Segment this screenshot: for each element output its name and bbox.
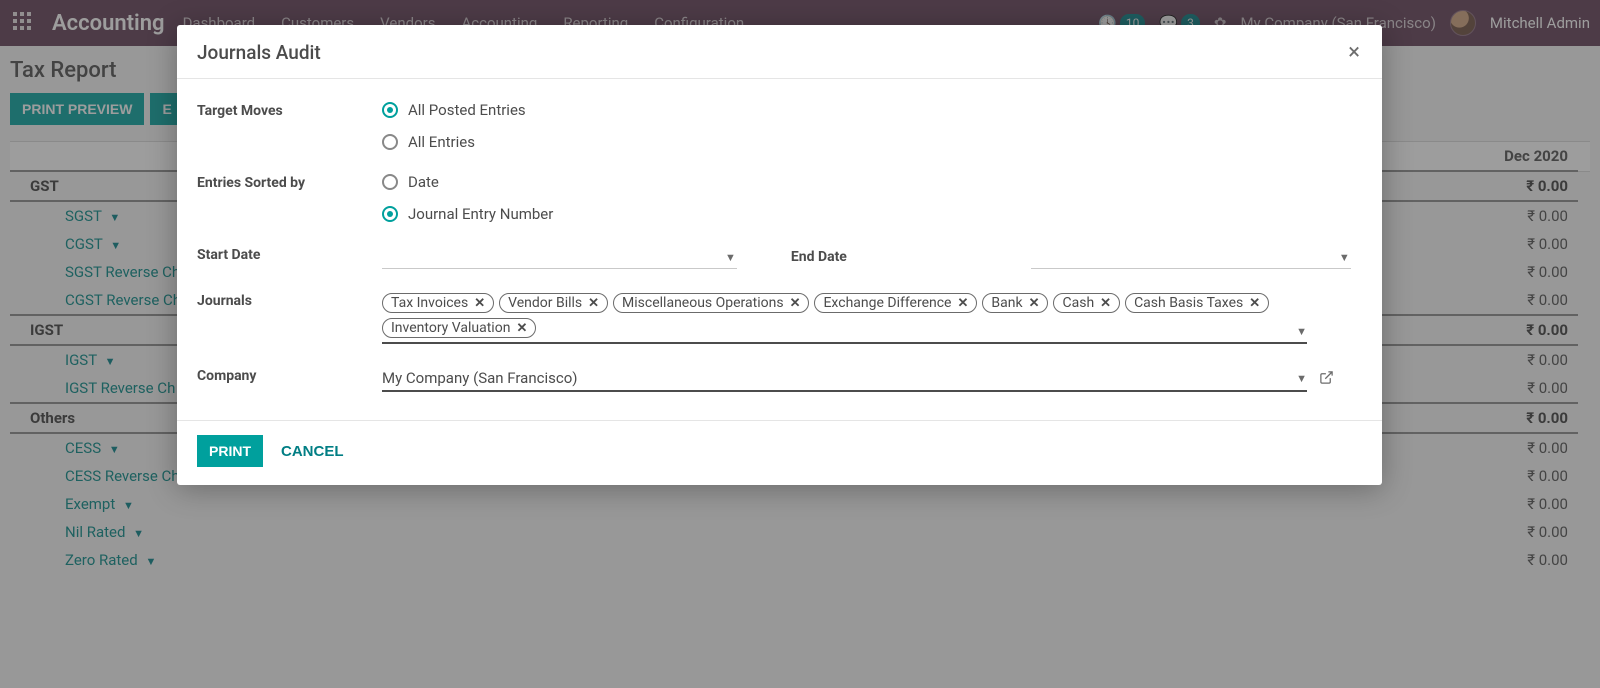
caret-down-icon: ▼ xyxy=(1296,372,1307,385)
external-link-icon[interactable] xyxy=(1319,370,1334,389)
cancel-button[interactable]: CANCEL xyxy=(281,443,344,460)
close-icon[interactable]: × xyxy=(1348,42,1360,64)
journals-audit-modal: Journals Audit × Target Moves All Posted… xyxy=(177,25,1382,485)
tag-remove-icon[interactable]: ✕ xyxy=(516,321,527,336)
radio-sort-journal-entry-number[interactable]: Journal Entry Number xyxy=(382,205,1362,223)
radio-label: All Posted Entries xyxy=(408,101,526,119)
modal-title: Journals Audit xyxy=(197,41,321,64)
radio-label: Date xyxy=(408,173,439,191)
journal-tag[interactable]: Inventory Valuation ✕ xyxy=(382,318,536,338)
radio-label: All Entries xyxy=(408,133,475,151)
journal-tag[interactable]: Bank ✕ xyxy=(982,293,1048,313)
radio-label: Journal Entry Number xyxy=(408,205,553,223)
journal-tag[interactable]: Cash ✕ xyxy=(1053,293,1120,313)
tag-remove-icon[interactable]: ✕ xyxy=(588,296,599,311)
radio-icon xyxy=(382,134,398,150)
journal-tag[interactable]: Exchange Difference ✕ xyxy=(814,293,977,313)
tag-label: Tax Invoices xyxy=(391,295,468,311)
label-end-date: End Date xyxy=(791,249,871,265)
caret-down-icon: ▼ xyxy=(1296,325,1307,338)
company-select[interactable]: My Company (San Francisco) ▼ xyxy=(382,366,1307,392)
tag-label: Miscellaneous Operations xyxy=(622,295,784,311)
tag-remove-icon[interactable]: ✕ xyxy=(1029,296,1040,311)
label-start-date: Start Date xyxy=(197,245,382,263)
label-entries-sorted-by: Entries Sorted by xyxy=(197,173,382,191)
print-button[interactable]: PRINT xyxy=(197,435,263,467)
tag-remove-icon[interactable]: ✕ xyxy=(474,296,485,311)
tag-remove-icon[interactable]: ✕ xyxy=(1249,296,1260,311)
radio-icon xyxy=(382,102,398,118)
journal-tag[interactable]: Cash Basis Taxes ✕ xyxy=(1125,293,1269,313)
journal-tag[interactable]: Vendor Bills ✕ xyxy=(499,293,608,313)
label-company: Company xyxy=(197,366,382,384)
journal-tag[interactable]: Miscellaneous Operations ✕ xyxy=(613,293,809,313)
journals-tags-input[interactable]: Tax Invoices ✕Vendor Bills ✕Miscellaneou… xyxy=(382,291,1307,344)
tag-label: Bank xyxy=(991,295,1022,311)
tag-label: Cash Basis Taxes xyxy=(1134,295,1243,311)
company-value: My Company (San Francisco) xyxy=(382,369,577,387)
radio-all-entries[interactable]: All Entries xyxy=(382,133,1362,151)
tag-label: Inventory Valuation xyxy=(391,320,510,336)
label-journals: Journals xyxy=(197,291,382,309)
end-date-input[interactable] xyxy=(1031,245,1351,269)
radio-icon xyxy=(382,174,398,190)
tag-remove-icon[interactable]: ✕ xyxy=(958,296,969,311)
label-target-moves: Target Moves xyxy=(197,101,382,119)
tag-label: Vendor Bills xyxy=(508,295,582,311)
tag-remove-icon[interactable]: ✕ xyxy=(790,296,801,311)
radio-sort-date[interactable]: Date xyxy=(382,173,1362,191)
tag-label: Exchange Difference xyxy=(823,295,951,311)
tag-remove-icon[interactable]: ✕ xyxy=(1100,296,1111,311)
start-date-input[interactable] xyxy=(382,245,737,269)
journal-tag[interactable]: Tax Invoices ✕ xyxy=(382,293,494,313)
radio-icon xyxy=(382,206,398,222)
tag-label: Cash xyxy=(1062,295,1094,311)
radio-all-posted-entries[interactable]: All Posted Entries xyxy=(382,101,1362,119)
